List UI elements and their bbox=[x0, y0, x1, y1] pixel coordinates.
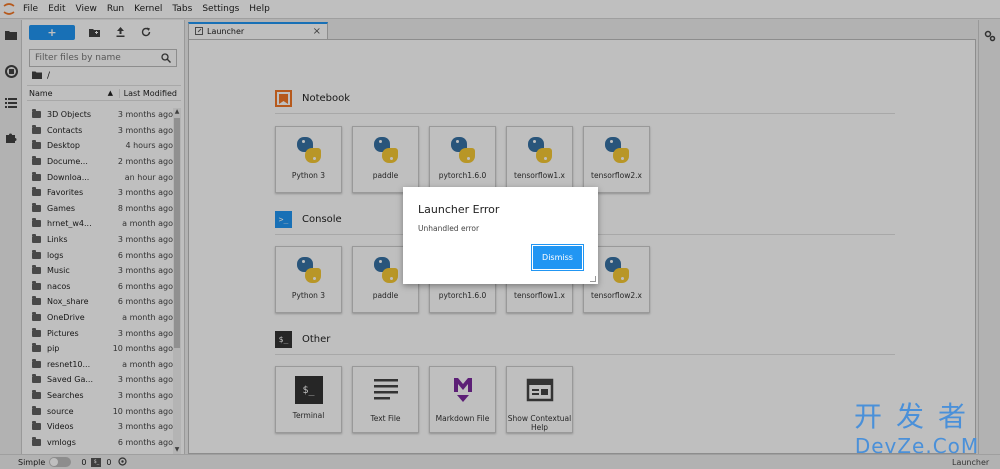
dialog-title: Launcher Error bbox=[418, 203, 500, 216]
watermark-latin: DevZe.CoM bbox=[854, 434, 980, 458]
resize-handle-icon[interactable] bbox=[590, 276, 596, 282]
error-dialog: Launcher Error Unhandled error Dismiss bbox=[403, 187, 598, 284]
status-launcher-label: Launcher bbox=[952, 458, 990, 467]
dialog-message: Unhandled error bbox=[418, 224, 480, 233]
site-watermark: 开发者 DevZe.CoM bbox=[842, 400, 992, 464]
watermark-chinese: 开发者 bbox=[853, 400, 980, 433]
dismiss-button[interactable]: Dismiss bbox=[533, 246, 582, 269]
